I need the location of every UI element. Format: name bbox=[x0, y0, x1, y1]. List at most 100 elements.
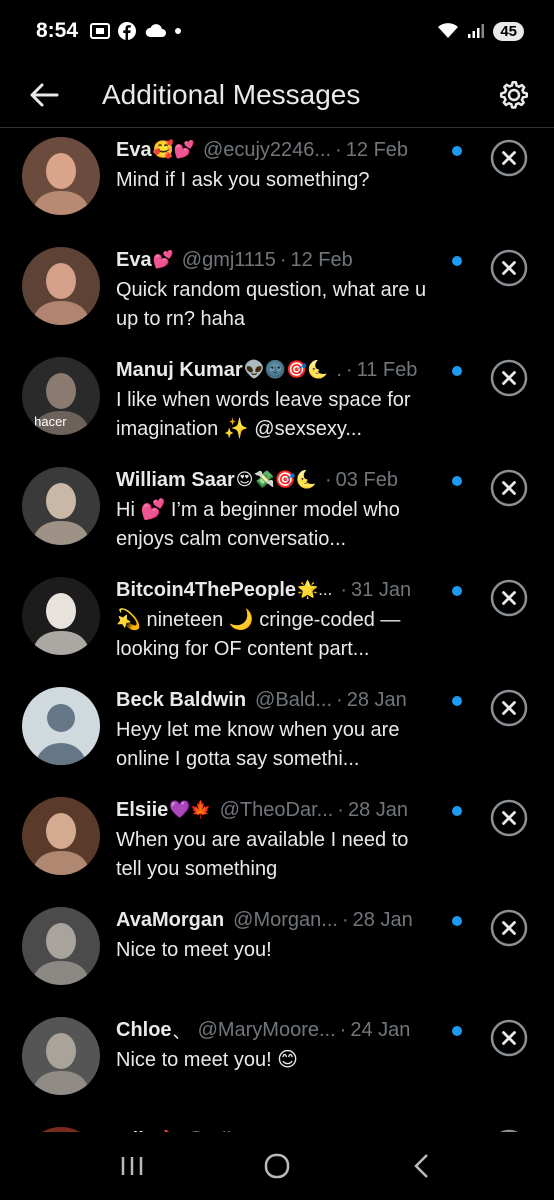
sender-name: William Saar bbox=[116, 468, 235, 491]
message-request-item[interactable]: AvaMorgan @Morgan... · 28 Jan Nice to meet y… bbox=[0, 899, 554, 1009]
facebook-icon bbox=[118, 22, 137, 40]
name-emojis: 💜🍁 bbox=[169, 800, 212, 819]
sender-handle: @gmj1115 bbox=[181, 248, 276, 271]
sender-handle: @Bald... bbox=[255, 688, 333, 711]
dot-icon bbox=[174, 27, 182, 35]
sender-handle: @ecujy2246... bbox=[202, 138, 332, 161]
separator: · bbox=[337, 798, 344, 821]
message-content: Elsiie 💜🍁 @TheoDar... · 28 Jan When you are a… bbox=[116, 797, 434, 884]
message-content: Manuj Kumar 👽🌚🎯🌜. · 11 Feb I like when words… bbox=[116, 357, 434, 444]
message-header: Bitcoin4ThePeople 🌟... · 31 Jan bbox=[116, 577, 434, 603]
battery-indicator: 45 bbox=[493, 21, 524, 41]
sender-name: Eva bbox=[116, 138, 152, 161]
message-request-item[interactable]: s hacer Manuj Kumar 👽🌚🎯🌜. · 11 Feb I like whe… bbox=[0, 349, 554, 459]
dismiss-button[interactable] bbox=[490, 469, 528, 507]
message-header: Eva 💕 @gmj1115 · 12 Feb bbox=[116, 247, 434, 273]
message-request-item[interactable]: Chloe、 @MaryMoore... · 24 Jan Nice to meet y… bbox=[0, 1009, 554, 1119]
recents-button[interactable] bbox=[102, 1136, 162, 1196]
unread-dot bbox=[452, 1026, 462, 1036]
avatar[interactable]: s hacer bbox=[22, 357, 100, 435]
separator: · bbox=[336, 688, 343, 711]
message-preview: Mind if I ask you something? bbox=[116, 169, 370, 191]
avatar[interactable] bbox=[22, 137, 100, 215]
screenshot-icon bbox=[90, 22, 111, 40]
sender-name: Manuj Kumar bbox=[116, 358, 243, 381]
back-button[interactable] bbox=[12, 68, 76, 122]
message-header: William Saar 😍💸🎯🌜 · 03 Feb bbox=[116, 467, 434, 493]
unread-dot bbox=[452, 696, 462, 706]
close-circle-icon bbox=[490, 469, 528, 507]
message-preview: Heyy let me know when you are online I g… bbox=[116, 719, 400, 770]
close-circle-icon bbox=[490, 689, 528, 727]
status-bar: 8:54 45 bbox=[0, 0, 554, 62]
message-preview: I like when words leave space for imagin… bbox=[116, 389, 411, 440]
sender-name: Elsiie bbox=[116, 798, 169, 821]
message-request-list: Eva 🥰💕 @ecujy2246... · 12 Feb Mind if I ask y… bbox=[0, 129, 554, 1132]
message-header: AvaMorgan @Morgan... · 28 Jan bbox=[116, 907, 434, 933]
name-emojis: 、 bbox=[172, 1022, 190, 1042]
dismiss-button[interactable] bbox=[490, 359, 528, 397]
close-circle-icon bbox=[490, 799, 528, 837]
sender-name: AvaMorgan bbox=[116, 908, 225, 931]
close-circle-icon bbox=[490, 909, 528, 947]
dismiss-button[interactable] bbox=[490, 1019, 528, 1057]
dismiss-button[interactable] bbox=[490, 909, 528, 947]
avatar[interactable] bbox=[22, 687, 100, 765]
unread-dot bbox=[452, 916, 462, 926]
name-emojis: 💕 bbox=[152, 250, 174, 269]
message-preview: Nice to meet you! 😊 bbox=[116, 1049, 299, 1071]
message-content: Chloe、 @MaryMoore... · 24 Jan Nice to meet y… bbox=[116, 1017, 434, 1075]
separator: · bbox=[335, 138, 342, 161]
message-preview: When you are available I need to tell yo… bbox=[116, 829, 409, 880]
close-circle-icon bbox=[490, 579, 528, 617]
message-content: AvaMorgan @Morgan... · 28 Jan Nice to meet y… bbox=[116, 907, 434, 965]
message-request-item[interactable]: Eva 💕 @gmj1115 · 12 Feb Quick random question… bbox=[0, 239, 554, 349]
separator: · bbox=[339, 1018, 347, 1041]
message-request-item[interactable]: Beck Baldwin @Bald... · 28 Jan Heyy let me k… bbox=[0, 679, 554, 789]
avatar[interactable] bbox=[22, 907, 100, 985]
close-circle-icon bbox=[490, 359, 528, 397]
message-header: Beck Baldwin @Bald... · 28 Jan bbox=[116, 687, 434, 713]
message-date: 28 Jan bbox=[346, 688, 407, 711]
avatar[interactable] bbox=[22, 577, 100, 655]
unread-dot bbox=[452, 806, 462, 816]
avatar[interactable] bbox=[22, 247, 100, 325]
message-content: William Saar 😍💸🎯🌜 · 03 Feb Hi 💕 I’m a beginn… bbox=[116, 467, 434, 554]
avatar[interactable] bbox=[22, 467, 100, 545]
message-date: 24 Jan bbox=[350, 1018, 411, 1041]
dismiss-button[interactable] bbox=[490, 139, 528, 177]
message-request-item[interactable]: Bitcoin4ThePeople 🌟... · 31 Jan 💫 nineteen 🌙… bbox=[0, 569, 554, 679]
name-emojis: 🌟... bbox=[297, 580, 333, 599]
separator: · bbox=[340, 578, 348, 601]
dismiss-button[interactable] bbox=[490, 689, 528, 727]
dismiss-button[interactable] bbox=[490, 579, 528, 617]
dismiss-button[interactable] bbox=[490, 799, 528, 837]
message-preview: 💫 nineteen 🌙 cringe-coded — looking for … bbox=[116, 609, 401, 660]
message-request-item[interactable]: Eva 🥰💕 @ecujy2246... · 12 Feb Mind if I ask y… bbox=[0, 129, 554, 239]
name-emojis: 👽🌚🎯🌜 bbox=[243, 360, 329, 379]
message-request-item[interactable]: William Saar 😍💸🎯🌜 · 03 Feb Hi 💕 I’m a beginn… bbox=[0, 459, 554, 569]
message-header: Eva 🥰💕 @ecujy2246... · 12 Feb bbox=[116, 137, 434, 163]
message-content: Beck Baldwin @Bald... · 28 Jan Heyy let me k… bbox=[116, 687, 434, 774]
message-date: 12 Feb bbox=[345, 138, 409, 161]
message-preview: Quick random question, what are u up to … bbox=[116, 279, 427, 330]
page-title: Additional Messages bbox=[102, 78, 361, 110]
avatar[interactable] bbox=[22, 797, 100, 875]
dismiss-button[interactable] bbox=[490, 249, 528, 287]
nav-back-button[interactable] bbox=[392, 1136, 452, 1196]
settings-button[interactable] bbox=[490, 71, 538, 119]
name-emojis: 🥰💕 bbox=[152, 140, 195, 159]
message-content: Bitcoin4ThePeople 🌟... · 31 Jan 💫 nineteen 🌙… bbox=[116, 577, 434, 664]
message-preview: Hi 💕 I’m a beginner model who enjoys cal… bbox=[116, 499, 400, 550]
wifi-icon bbox=[437, 22, 459, 40]
avatar[interactable] bbox=[22, 1017, 100, 1095]
separator: · bbox=[341, 908, 349, 931]
message-date: 12 Feb bbox=[290, 248, 353, 271]
cloud-icon bbox=[144, 23, 167, 39]
separator: · bbox=[279, 248, 287, 271]
message-request-item[interactable]: Mila🔥@milaytno·24 Jan bbox=[0, 1119, 554, 1132]
sender-handle: @TheoDar... bbox=[219, 798, 334, 821]
message-request-item[interactable]: Elsiie 💜🍁 @TheoDar... · 28 Jan When you are a… bbox=[0, 789, 554, 899]
home-button[interactable] bbox=[247, 1136, 307, 1196]
system-nav-bar bbox=[0, 1132, 554, 1200]
